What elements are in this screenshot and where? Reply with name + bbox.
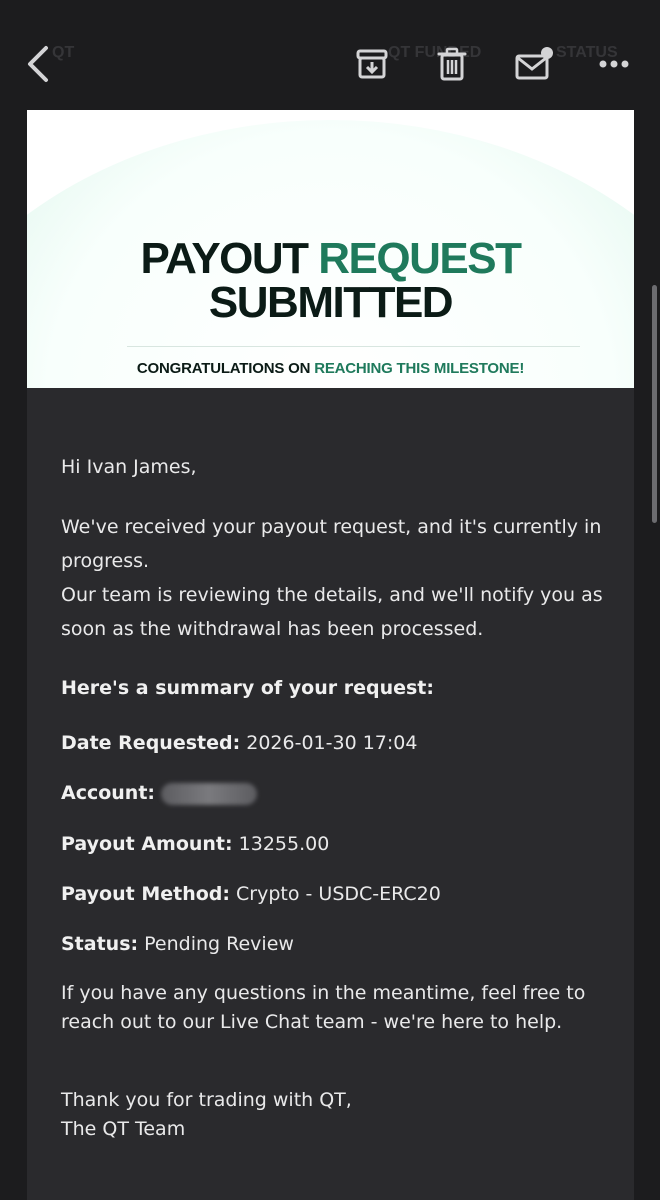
intro-paragraph: We've received your payout request, and … [61, 510, 621, 646]
mail-unread-icon [515, 47, 553, 80]
hero-title-payout: PAYOUT [140, 234, 319, 283]
method-value: Crypto - USDC-ERC20 [236, 883, 441, 905]
more-button[interactable] [594, 46, 634, 82]
hero-title-line-2: SUBMITTED [208, 278, 454, 327]
signoff-line-1: Thank you for trading with QT, [61, 1089, 352, 1111]
date-value: 2026-01-30 17:04 [246, 732, 418, 754]
hero-title-line-1: PAYOUT REQUEST [27, 234, 634, 284]
date-label: Date Requested: [61, 732, 241, 754]
amount-label: Payout Amount: [61, 833, 233, 855]
hero-subtitle-part-1: CONGRATULATIONS ON [136, 360, 315, 377]
mail-toolbar: QT QT FUNDED STATUS [0, 0, 660, 110]
detail-status: Status: Pending Review [61, 927, 621, 961]
hero-title-request: REQUEST [318, 234, 522, 283]
chevron-left-icon [28, 46, 48, 82]
intro-line-2: Our team is reviewing the details, and w… [61, 584, 603, 640]
hero-subtitle: CONGRATULATIONS ON REACHING THIS MILESTO… [27, 360, 634, 377]
email-body: PAYOUT REQUEST SUBMITTED CONGRATULATIONS… [27, 22, 634, 1200]
detail-method: Payout Method: Crypto - USDC-ERC20 [61, 877, 621, 911]
intro-line-1: We've received your payout request, and … [61, 516, 602, 572]
method-label: Payout Method: [61, 883, 230, 905]
greeting: Hi Ivan James, [61, 456, 197, 478]
detail-amount: Payout Amount: 13255.00 [61, 827, 621, 861]
signoff-line-2: The QT Team [61, 1118, 186, 1140]
mark-unread-button[interactable] [510, 42, 558, 86]
delete-button[interactable] [430, 42, 474, 86]
detail-date: Date Requested: 2026-01-30 17:04 [61, 726, 621, 760]
signoff: Thank you for trading with QT, The QT Te… [61, 1086, 621, 1144]
summary-heading: Here's a summary of your request: [61, 677, 434, 699]
hero-subtitle-part-2: REACHING THIS MILESTONE! [314, 360, 525, 377]
detail-account: Account: [61, 776, 621, 810]
status-label: Status: [61, 933, 139, 955]
scrollbar[interactable] [652, 285, 657, 523]
account-value-redacted [161, 782, 258, 805]
hero-banner: PAYOUT REQUEST SUBMITTED CONGRATULATIONS… [27, 110, 634, 388]
archive-icon [356, 49, 388, 79]
hero-divider [127, 346, 580, 347]
more-icon [599, 60, 629, 68]
status-value: Pending Review [144, 933, 294, 955]
amount-value: 13255.00 [238, 833, 330, 855]
closing-paragraph: If you have any questions in the meantim… [61, 982, 586, 1033]
archive-button[interactable] [350, 42, 394, 86]
back-button[interactable] [18, 40, 58, 88]
trash-icon [437, 47, 467, 81]
account-label: Account: [61, 782, 156, 804]
